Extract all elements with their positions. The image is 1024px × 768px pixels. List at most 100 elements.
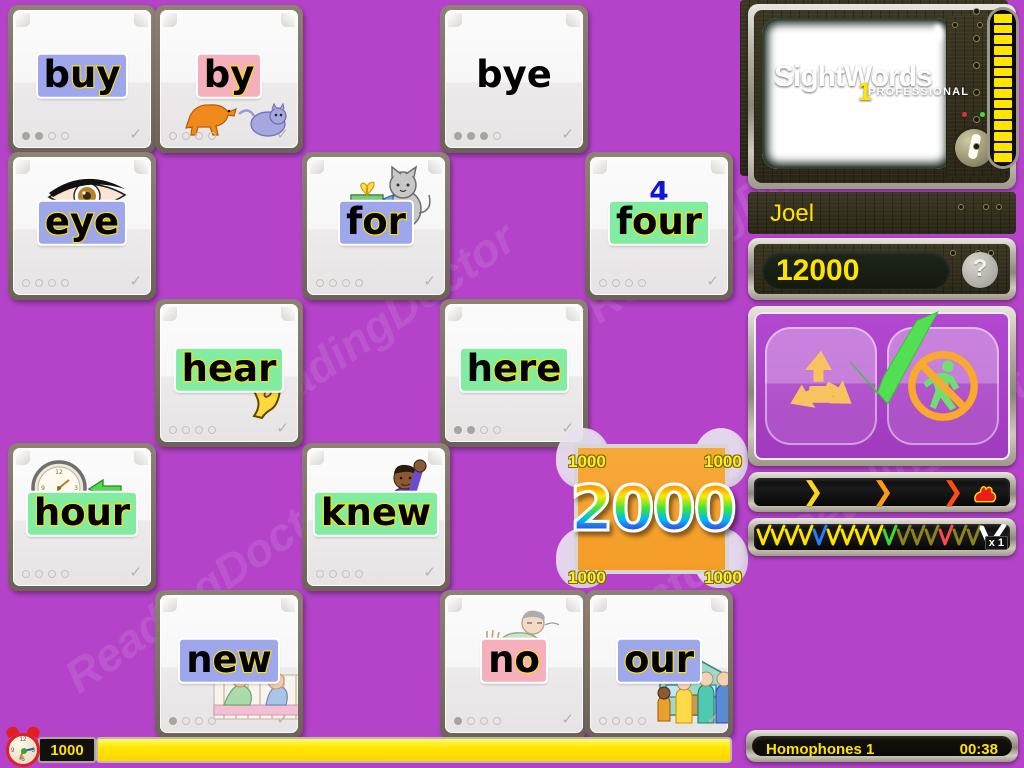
card-progress-dots [169,132,216,140]
word-card-knew[interactable]: knew ✓ [302,443,450,591]
card-word: four [590,199,728,244]
word-card-eye[interactable]: eye ✓ [8,152,156,300]
card-word: no [445,637,583,682]
card-grid: buy ✓ by ✓ bye ✓ eye ✓ for ✓ 4 four ✓ he… [0,0,740,738]
card-face: buy ✓ [13,10,151,148]
svg-text:12: 12 [55,469,63,476]
card-progress-dots [22,279,69,287]
card-word-suffix: hour [33,490,132,534]
elapsed-time: 00:38 [959,741,998,758]
no-walking-icon [908,351,978,421]
card-check-icon: ✓ [276,711,289,728]
word-card-hear[interactable]: hear ✓ [155,299,303,447]
word-card-here[interactable]: here ✓ [440,299,588,447]
card-face: eye ✓ [13,157,151,295]
card-check-icon: ✓ [276,420,289,437]
speed-chevron-3: ❯ [942,477,964,507]
card-word-suffix: or [361,199,407,243]
lesson-name: Homophones 1 [766,741,875,758]
card-word-suffix: uy [69,52,122,96]
brand-logo-sub: PROFESSIONAL [868,86,970,98]
card-word-suffix: y [229,52,255,96]
score-inner: 12000 ? [754,244,1010,294]
alarm-clock-icon: 12 3 6 9 [4,724,42,767]
card-check-icon: ✓ [276,126,289,143]
bottom-timer-bar: 12 3 6 9 1000 [0,724,740,768]
timer-progress-bar [96,737,732,763]
word-card-four[interactable]: 4 four ✓ [585,152,733,300]
card-face: for ✓ [307,157,445,295]
word-card-by[interactable]: by ✓ [155,5,303,153]
burst-corner-value: 1000 [704,568,742,587]
clock-number-12: 12 [19,737,27,743]
score-burst-popup: 1000 1000 1000 1000 2000 [552,428,752,593]
recycle-powerup-button[interactable] [765,327,877,445]
brand-logo: SightWords 1 PROFESSIONAL [774,60,968,106]
status-bar-panel: Homophones 1 00:38 [746,730,1018,762]
card-word-suffix: knew [320,490,432,534]
card-word-suffix: ere [492,346,563,390]
card-word-prefix: b [203,52,231,96]
powerups-panel [748,306,1016,466]
card-word: eye [13,199,151,244]
card-word-prefix: bye [476,52,552,96]
namebar-vent-holes [958,204,1002,210]
score-display: 12000 [762,251,950,289]
card-word-prefix: h [466,346,493,390]
card-check-icon: ✓ [561,711,574,728]
zigzag-multiplier: x 1 [984,536,1008,550]
card-word: our [590,639,728,682]
card-check-icon: ✓ [423,273,436,290]
card-word-prefix: n [186,637,213,681]
help-button[interactable]: ? [962,252,998,288]
word-card-no[interactable]: no ✓ [440,590,588,738]
card-word-suffix: our [631,199,703,243]
speed-chevron-2: ❯ [872,477,894,507]
card-face: hear ✓ [160,304,298,442]
speed-chevron-1: ❯ [802,477,824,507]
card-check-icon: ✓ [129,564,142,581]
card-word: knew [307,490,445,535]
card-word: hour [13,490,151,535]
card-check-icon: ✓ [129,126,142,143]
card-word-prefix: b [43,52,71,96]
card-word: here [445,346,583,391]
card-progress-dots [169,717,216,725]
word-card-bye[interactable]: bye ✓ [440,5,588,153]
energy-gauge [990,10,1016,166]
card-progress-dots [316,570,363,578]
no-walking-powerup-button[interactable] [887,327,999,445]
burst-corner-value: 1000 [568,568,606,587]
burst-main-value: 2000 [560,471,745,547]
card-word: bye [445,55,583,97]
burst-corner-value: 1000 [704,452,742,471]
word-card-our[interactable]: our ✓ [585,590,733,738]
player-name: Joel [770,200,815,227]
word-card-buy[interactable]: buy ✓ [8,5,156,153]
card-check-icon: ✓ [423,564,436,581]
card-check-icon: ✓ [129,273,142,290]
card-progress-dots [599,717,646,725]
card-face: no ✓ [445,595,583,733]
rabbit-icon [974,485,997,503]
power-led-green [980,112,985,117]
player-name-panel: Joel [748,192,1016,234]
clock-number-9: 9 [11,748,15,754]
timer-value: 1000 [38,737,96,763]
clock-number-6: 6 [21,757,25,763]
word-card-for[interactable]: for ✓ [302,152,450,300]
card-face: knew ✓ [307,448,445,586]
card-word-suffix: o [513,637,541,681]
card-word-prefix: f [346,199,363,243]
card-face: bye ✓ [445,10,583,148]
burst-corner-value: 1000 [568,452,606,471]
card-word: new [160,637,298,682]
word-card-hour[interactable]: 12369 hour ✓ [8,443,156,591]
zigzag-bar: x 1 [754,524,1010,550]
card-word-suffix: eye [44,199,121,243]
word-card-new[interactable]: new ✓ [155,590,303,738]
card-progress-dots [169,426,216,434]
card-word: buy [13,52,151,97]
zigzag-bar-panel: x 1 [748,518,1016,556]
card-word: hear [160,348,298,391]
